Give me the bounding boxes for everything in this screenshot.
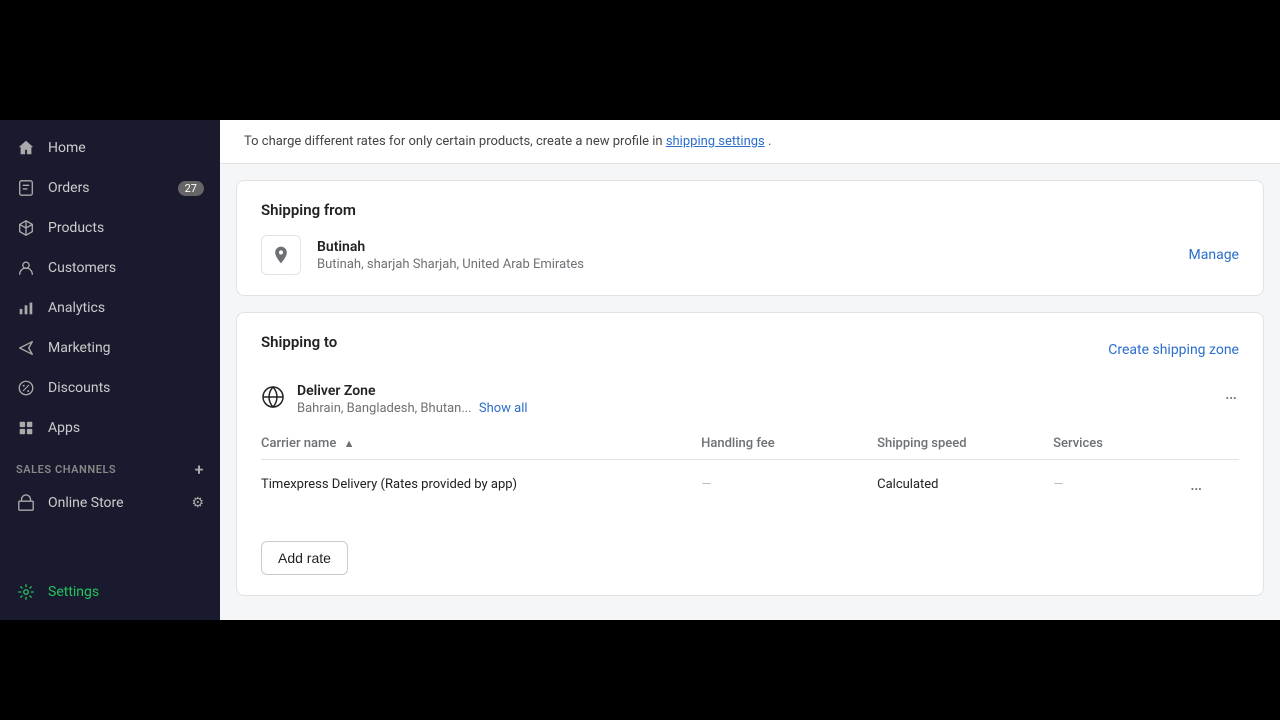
sidebar-item-home[interactable]: Home <box>0 128 220 168</box>
sidebar-item-orders-label: Orders <box>48 180 166 196</box>
add-rate-button[interactable]: Add rate <box>261 541 348 575</box>
cell-handling: — <box>701 460 877 510</box>
products-icon <box>16 218 36 238</box>
settings-label: Settings <box>48 584 204 600</box>
sidebar-item-settings[interactable]: Settings <box>0 572 220 612</box>
shipping-to-card: Shipping to Create shipping zone Deli <box>236 312 1264 596</box>
column-header-services: Services <box>1053 428 1190 460</box>
cell-actions: … <box>1190 460 1239 510</box>
sidebar-item-home-label: Home <box>48 140 204 156</box>
cell-speed: Calculated <box>877 460 1053 510</box>
globe-icon <box>261 385 285 409</box>
sidebar-item-orders[interactable]: Orders 27 <box>0 168 220 208</box>
sidebar-item-online-store-label: Online Store <box>48 495 179 511</box>
shipping-settings-link[interactable]: shipping settings <box>666 134 765 149</box>
sidebar-item-online-store[interactable]: Online Store ⚙ <box>0 483 220 523</box>
sidebar-item-customers-label: Customers <box>48 260 204 276</box>
shipping-to-title: Shipping to <box>261 333 337 351</box>
info-banner-text: To charge different rates for only certa… <box>244 134 663 149</box>
shipping-from-card: Shipping from Butinah Butinah, sharjah S… <box>236 180 1264 296</box>
zone-menu-button[interactable]: … <box>1225 383 1239 404</box>
row-menu-button[interactable]: … <box>1190 474 1204 495</box>
column-header-handling: Handling fee <box>701 428 877 460</box>
sidebar: Home Orders 27 Products <box>0 120 220 620</box>
column-header-speed: Shipping speed <box>877 428 1053 460</box>
info-banner: To charge different rates for only certa… <box>220 120 1280 164</box>
sales-channels-header: SALES CHANNELS + <box>0 448 220 483</box>
home-icon <box>16 138 36 158</box>
orders-icon <box>16 178 36 198</box>
top-black-bar <box>0 0 1280 120</box>
sidebar-item-discounts-label: Discounts <box>48 380 204 396</box>
shipping-from-title: Shipping from <box>261 201 1239 219</box>
customers-icon <box>16 258 36 278</box>
table-row: Timexpress Delivery (Rates provided by a… <box>261 460 1239 510</box>
column-header-carrier: Carrier name ▲ <box>261 428 701 460</box>
orders-badge: 27 <box>178 181 204 196</box>
cell-carrier: Timexpress Delivery (Rates provided by a… <box>261 460 701 510</box>
sidebar-item-apps[interactable]: Apps <box>0 408 220 448</box>
sidebar-item-products[interactable]: Products <box>0 208 220 248</box>
sidebar-item-marketing-label: Marketing <box>48 340 204 356</box>
location-row: Butinah Butinah, sharjah Sharjah, United… <box>261 235 1239 275</box>
column-header-actions <box>1190 428 1239 460</box>
marketing-icon <box>16 338 36 358</box>
apps-icon <box>16 418 36 438</box>
online-store-settings-icon[interactable]: ⚙ <box>191 495 204 511</box>
sidebar-item-discounts[interactable]: Discounts <box>0 368 220 408</box>
sidebar-item-apps-label: Apps <box>48 420 204 436</box>
shipping-from-section: Shipping from Butinah Butinah, sharjah S… <box>237 181 1263 295</box>
cell-services: — <box>1053 460 1190 510</box>
content-area: To charge different rates for only certa… <box>220 120 1280 620</box>
rate-table: Carrier name ▲ Handling fee Shipping spe… <box>261 428 1239 509</box>
sidebar-item-analytics[interactable]: Analytics <box>0 288 220 328</box>
shipping-to-header: Shipping to Create shipping zone <box>261 333 1239 367</box>
location-info: Butinah Butinah, sharjah Sharjah, United… <box>317 239 1173 272</box>
zone-info: Deliver Zone Bahrain, Bangladesh, Bhutan… <box>297 383 1213 416</box>
add-sales-channel-button[interactable]: + <box>195 460 204 479</box>
discounts-icon <box>16 378 36 398</box>
location-address: Butinah, sharjah Sharjah, United Arab Em… <box>317 257 1173 272</box>
analytics-icon <box>16 298 36 318</box>
zone-row: Deliver Zone Bahrain, Bangladesh, Bhutan… <box>261 383 1239 416</box>
table-header-row: Carrier name ▲ Handling fee Shipping spe… <box>261 428 1239 460</box>
sidebar-item-marketing[interactable]: Marketing <box>0 328 220 368</box>
bottom-black-bar <box>0 620 1280 720</box>
sidebar-item-customers[interactable]: Customers <box>0 248 220 288</box>
manage-link[interactable]: Manage <box>1189 247 1239 263</box>
info-banner-suffix: . <box>768 134 771 149</box>
settings-icon <box>16 582 36 602</box>
zone-countries: Bahrain, Bangladesh, Bhutan... Show all <box>297 401 1213 416</box>
zone-name: Deliver Zone <box>297 383 1213 399</box>
show-all-link[interactable]: Show all <box>479 401 528 416</box>
sidebar-item-products-label: Products <box>48 220 204 236</box>
location-pin-icon <box>261 235 301 275</box>
create-shipping-zone-link[interactable]: Create shipping zone <box>1108 342 1239 358</box>
shipping-to-section: Shipping to Create shipping zone Deli <box>237 313 1263 595</box>
sort-icon: ▲ <box>344 437 355 450</box>
sidebar-item-analytics-label: Analytics <box>48 300 204 316</box>
location-name: Butinah <box>317 239 1173 255</box>
store-icon <box>16 493 36 513</box>
